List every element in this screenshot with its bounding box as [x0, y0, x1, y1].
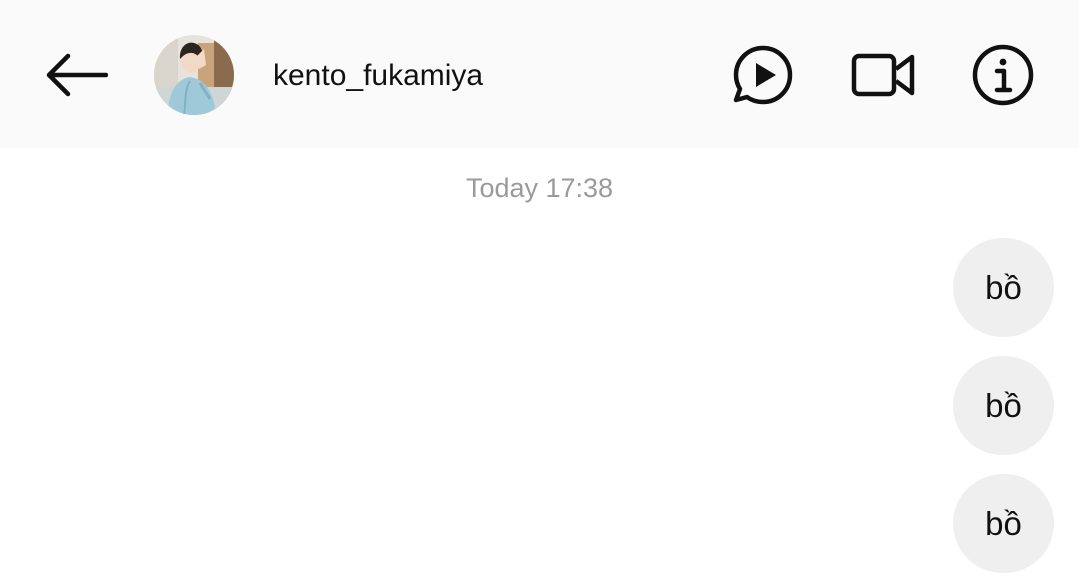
message-text: bồ: [985, 386, 1022, 424]
avatar[interactable]: [154, 35, 234, 115]
profile-avatar: [154, 35, 234, 115]
chat-header: kento_fukamiya: [0, 0, 1079, 148]
info-button[interactable]: [968, 40, 1038, 110]
video-call-icon: [851, 53, 915, 97]
message-timestamp: Today 17:38: [465, 173, 614, 203]
video-call-button[interactable]: [848, 40, 918, 110]
sent-message-bubble[interactable]: bồ: [953, 474, 1054, 573]
message-text: bồ: [985, 504, 1022, 542]
info-icon: [972, 44, 1034, 106]
play-message-button[interactable]: [728, 40, 798, 110]
sent-message-bubble[interactable]: bồ: [953, 356, 1054, 455]
back-button[interactable]: [40, 45, 112, 105]
message-text: bồ: [985, 268, 1022, 306]
arrow-left-icon: [46, 53, 108, 97]
sent-message-bubble[interactable]: bồ: [953, 238, 1054, 337]
chat-username[interactable]: kento_fukamiya: [273, 56, 483, 96]
play-message-icon: [733, 45, 793, 105]
